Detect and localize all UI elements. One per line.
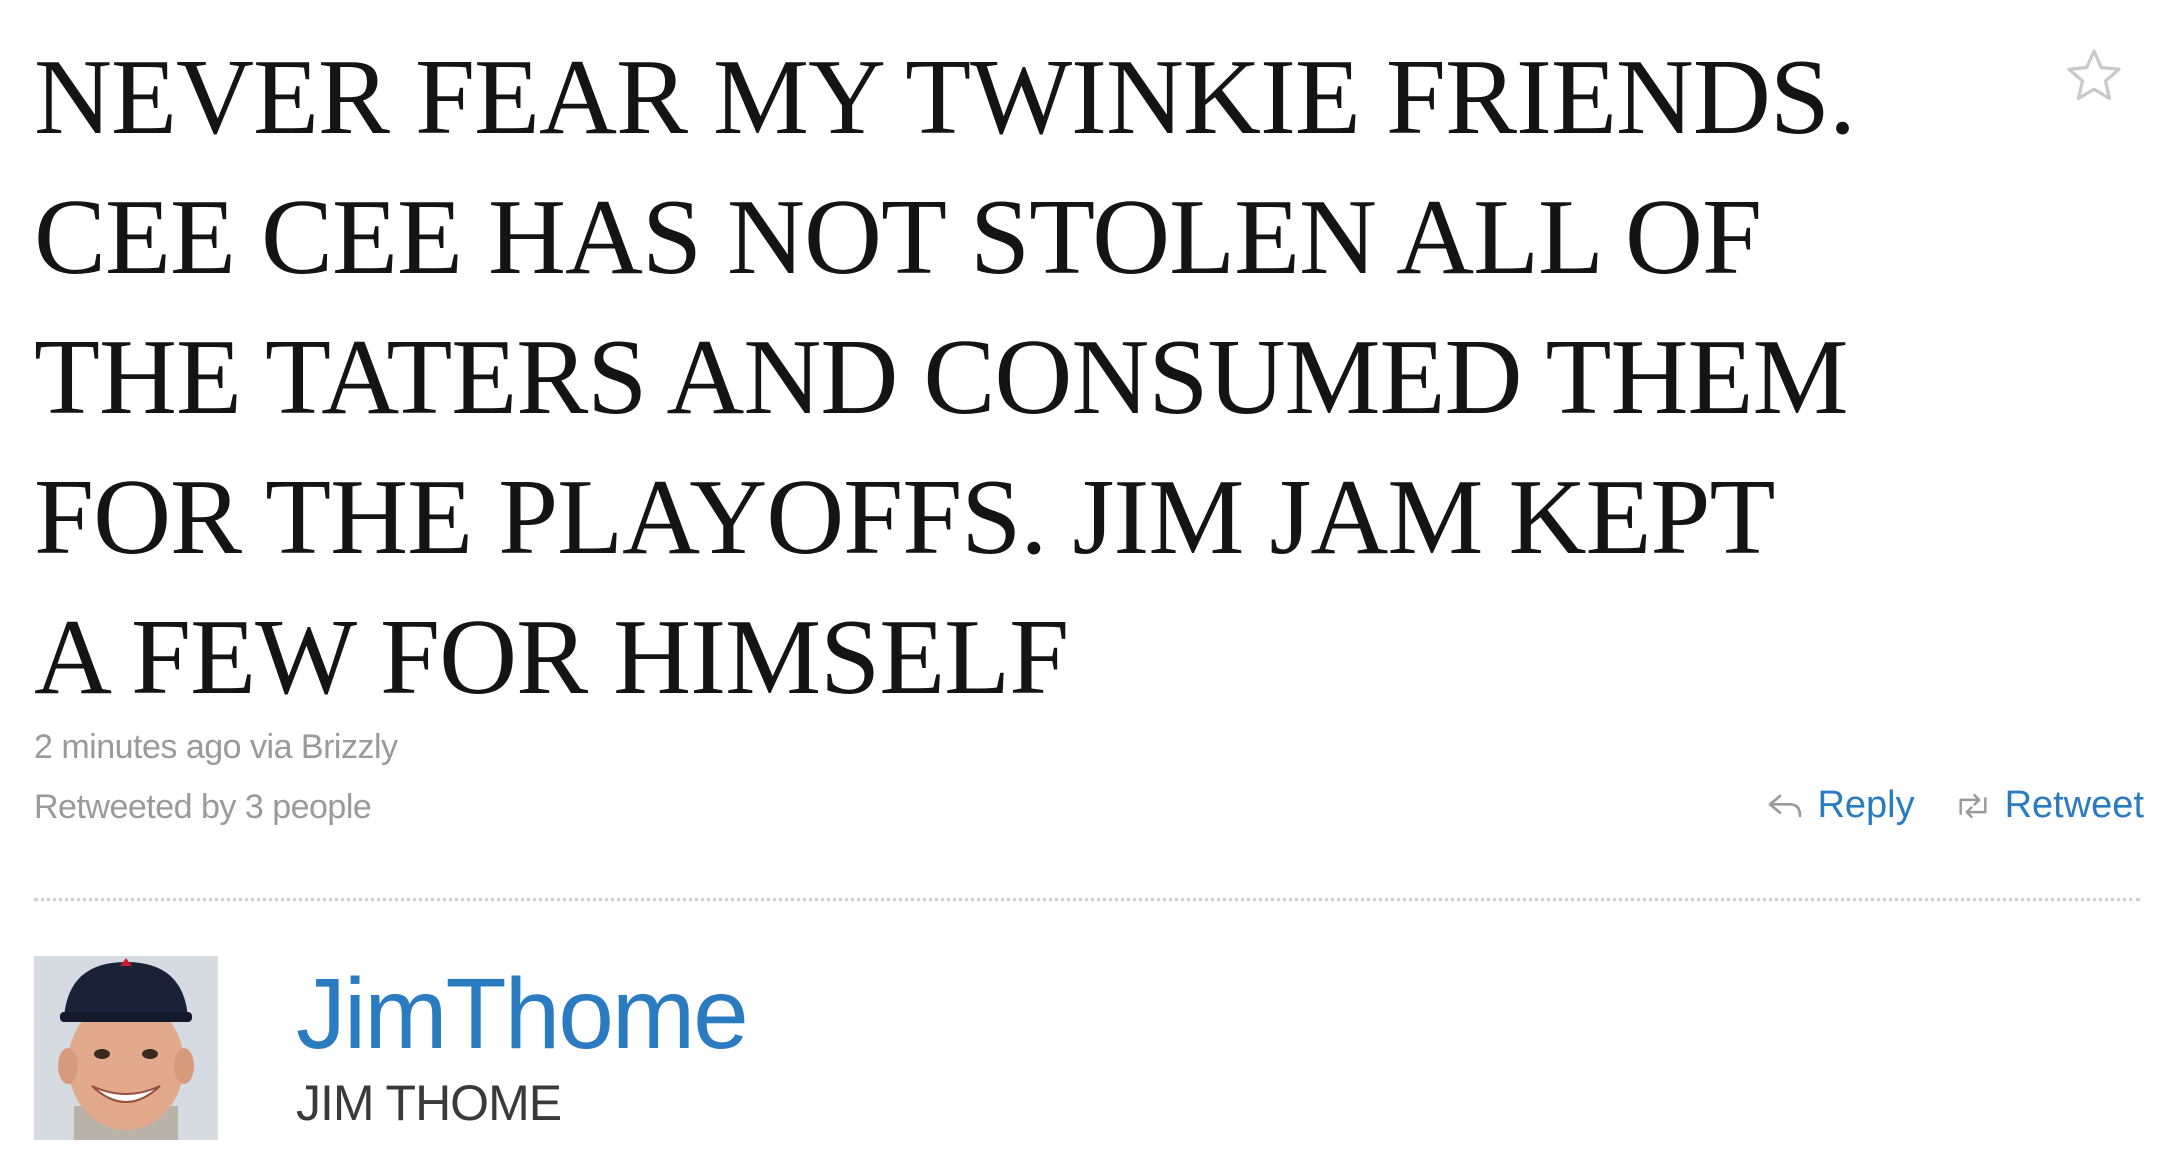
divider [34, 898, 2140, 901]
reply-label: Reply [1817, 784, 1915, 826]
retweeted-by-count[interactable]: Retweeted by 3 people [34, 788, 372, 827]
avatar[interactable] [34, 956, 218, 1140]
reply-button[interactable]: Reply [1765, 784, 1915, 827]
author-screen-name[interactable]: JimThome [296, 964, 749, 1064]
retweet-label: Retweet [2004, 784, 2144, 826]
avatar-photo [34, 956, 218, 1140]
reply-arrow-icon [1769, 794, 1802, 817]
retweet-icon [1959, 793, 1987, 818]
retweet-button[interactable]: Retweet [1953, 784, 2144, 827]
star-icon[interactable] [2064, 46, 2124, 106]
tweet-timestamp[interactable]: 2 minutes ago via Brizzly [34, 728, 398, 767]
tweet-actions: Reply Retweet [1765, 784, 2144, 827]
tweet-text: NEVER FEAR MY TWINKIE FRIENDS. CEE CEE H… [34, 38, 1856, 717]
author-full-name: JIM THOME [296, 1075, 562, 1131]
tweet-card: NEVER FEAR MY TWINKIE FRIENDS. CEE CEE H… [0, 0, 2160, 1158]
